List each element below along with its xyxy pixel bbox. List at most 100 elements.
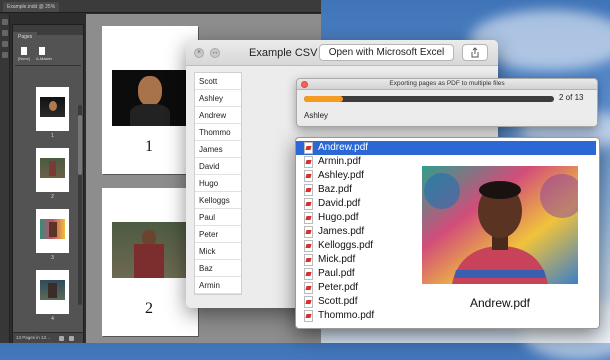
csv-cell: Kelloggs: [195, 192, 241, 209]
file-row[interactable]: Thommo.pdf: [299, 309, 417, 323]
a-master-thumb[interactable]: [39, 47, 45, 55]
close-icon[interactable]: [301, 81, 308, 88]
file-row[interactable]: Mick.pdf: [299, 253, 417, 267]
file-name: Hugo.pdf: [318, 212, 359, 223]
file-name: Thommo.pdf: [318, 310, 375, 321]
csv-cell: Baz: [195, 260, 241, 277]
file-row[interactable]: Paul.pdf: [299, 267, 417, 281]
pdf-file-icon: [304, 240, 313, 252]
file-name: Armin.pdf: [318, 156, 361, 167]
document-tab-bar: Example.indd @ 25%: [0, 0, 321, 13]
a-master-label: A-Master: [36, 56, 53, 61]
file-name: Paul.pdf: [318, 268, 355, 279]
page-thumbnail[interactable]: 2: [36, 148, 69, 200]
master-none-thumb[interactable]: [21, 47, 27, 55]
page-thumbnail[interactable]: 1: [36, 87, 69, 139]
file-name: Scott.pdf: [318, 296, 358, 307]
pdf-file-icon: [304, 282, 313, 294]
scroll-thumb[interactable]: [78, 115, 82, 175]
master-pages: [None] A-Master: [17, 43, 79, 63]
csv-title: Example CSV: [249, 47, 318, 59]
fullscreen-icon[interactable]: ↔: [210, 48, 220, 58]
csv-cell: Armin: [195, 277, 241, 294]
pdf-preview-image: [422, 166, 578, 284]
trash-icon[interactable]: [69, 336, 74, 341]
file-row[interactable]: Armin.pdf: [299, 155, 417, 169]
csv-cell: Hugo: [195, 175, 241, 192]
csv-cell: Thommo: [195, 124, 241, 141]
pdf-file-icon: [304, 156, 313, 168]
pdf-file-icon: [304, 170, 313, 182]
pages-panel-tab[interactable]: Pages: [13, 32, 38, 42]
progress-fill: [304, 96, 343, 102]
csv-name-column: Scott Ashley Andrew Thommo James David H…: [194, 72, 242, 295]
file-name: Ashley.pdf: [318, 170, 364, 181]
pages-panel-footer: 13 Pages in 13…: [13, 332, 83, 343]
file-row[interactable]: Kelloggs.pdf: [299, 239, 417, 253]
new-page-icon[interactable]: [59, 336, 64, 341]
progress-count: 2 of 13: [559, 93, 584, 102]
preview-file-name: Andrew.pdf: [469, 296, 531, 310]
pages-scrollbar[interactable]: [78, 105, 82, 305]
csv-cell: Andrew: [195, 107, 241, 124]
csv-cell: Ashley: [195, 90, 241, 107]
current-record-name: Ashley: [304, 111, 329, 120]
tool-icon[interactable]: [1, 41, 8, 47]
file-name: Kelloggs.pdf: [318, 240, 374, 251]
csv-cell: Scott: [195, 73, 241, 90]
page-thumb-number: 1: [51, 133, 54, 139]
csv-cell: James: [195, 141, 241, 158]
file-row[interactable]: Peter.pdf: [299, 281, 417, 295]
document-tab[interactable]: Example.indd @ 25%: [3, 2, 60, 12]
file-row[interactable]: David.pdf: [299, 197, 417, 211]
file-name: James.pdf: [318, 226, 365, 237]
page-number: 2: [145, 300, 153, 317]
file-name: Peter.pdf: [318, 282, 359, 293]
file-row[interactable]: Scott.pdf: [299, 295, 417, 309]
page-thumb-number: 4: [51, 316, 54, 322]
tool-strip: [0, 14, 10, 343]
pages-count-label: 13 Pages in 13…: [16, 335, 51, 340]
pdf-file-icon: [304, 296, 313, 308]
page-number: 1: [145, 138, 153, 155]
csv-cell: Mick: [195, 243, 241, 260]
tool-icon[interactable]: [1, 19, 8, 25]
page-thumbnail[interactable]: 3: [36, 209, 69, 261]
file-row[interactable]: James.pdf: [299, 225, 417, 239]
page-photo: [112, 70, 188, 126]
page-photo: [112, 222, 188, 278]
csv-title-bar: × ↔ Example CSV Open with Microsoft Exce…: [186, 40, 498, 66]
progress-title-bar: Exporting pages as PDF to multiple files: [297, 79, 597, 90]
pages-panel: Pages [None] A-Master 1 2 3 4 13 Pages i…: [12, 24, 84, 343]
file-row[interactable]: Baz.pdf: [299, 183, 417, 197]
file-row[interactable]: Ashley.pdf: [299, 169, 417, 183]
file-name: Mick.pdf: [318, 254, 356, 265]
pdf-file-icon: [304, 226, 313, 238]
file-row-selected[interactable]: Andrew.pdf: [296, 141, 596, 155]
share-icon: [471, 47, 479, 58]
pdf-file-icon: [304, 142, 313, 154]
csv-cell: David: [195, 158, 241, 175]
file-name: Baz.pdf: [318, 184, 352, 195]
file-name: David.pdf: [318, 198, 361, 209]
file-row[interactable]: Hugo.pdf: [299, 211, 417, 225]
master-none-label: [None]: [18, 56, 30, 61]
pdf-file-icon: [304, 198, 313, 210]
document-page: 1: [102, 26, 198, 174]
document-page: 2: [102, 188, 198, 336]
share-button[interactable]: [462, 44, 488, 61]
page-thumb-number: 3: [51, 255, 54, 261]
close-icon[interactable]: ×: [194, 48, 204, 58]
pdf-file-icon: [304, 184, 313, 196]
portrait-photo: [422, 166, 578, 284]
open-with-excel-button[interactable]: Open with Microsoft Excel: [319, 44, 454, 61]
divider: [15, 65, 81, 66]
export-progress-dialog: Exporting pages as PDF to multiple files…: [296, 78, 598, 127]
page-thumbnail[interactable]: 4: [36, 270, 69, 322]
file-name: Andrew.pdf: [318, 142, 369, 153]
tool-icon[interactable]: [1, 52, 8, 58]
pdf-file-icon: [304, 310, 313, 322]
tool-icon[interactable]: [1, 30, 8, 36]
progress-bar: [304, 96, 554, 102]
page-thumb-number: 2: [51, 194, 54, 200]
